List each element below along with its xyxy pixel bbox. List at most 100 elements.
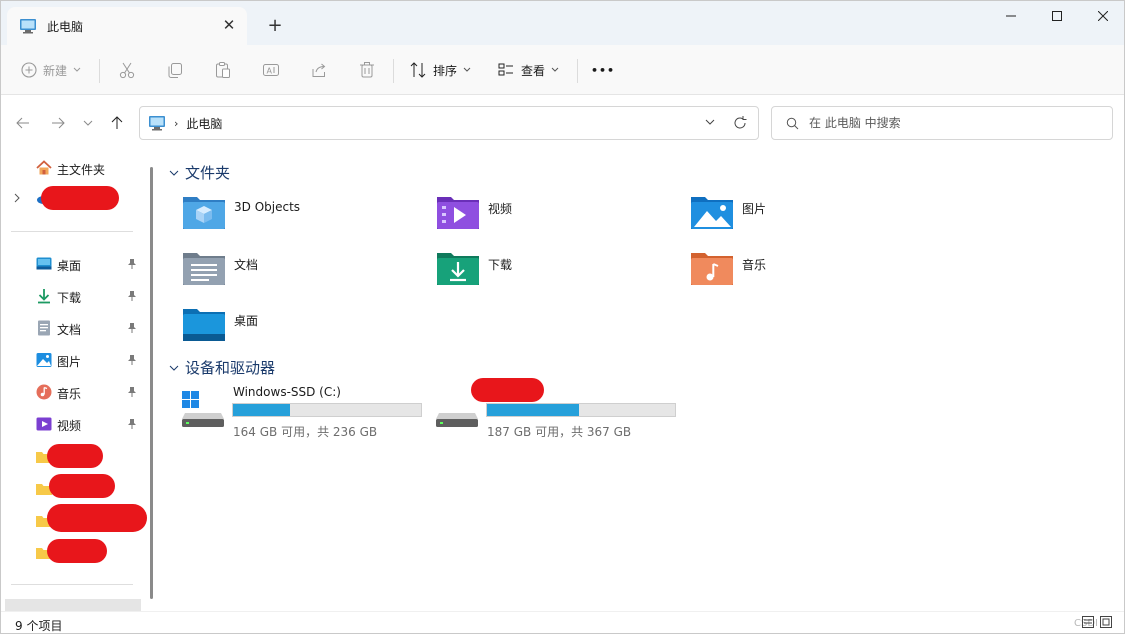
minimize-icon bbox=[1006, 15, 1016, 17]
drive-usage-fill bbox=[233, 404, 291, 416]
pin-icon[interactable] bbox=[127, 258, 137, 270]
redaction-mark bbox=[47, 539, 107, 563]
folders-group-header[interactable]: 文件夹 bbox=[169, 162, 230, 183]
desktop-icon bbox=[36, 257, 52, 270]
sidebar-item-pictures[interactable]: 图片 bbox=[1, 346, 141, 374]
chevron-down-icon bbox=[73, 67, 81, 72]
music-icon bbox=[36, 384, 52, 400]
windows-drive-icon bbox=[182, 391, 224, 427]
this-pc-icon bbox=[149, 116, 165, 131]
sidebar-item-desktop[interactable]: 桌面 bbox=[1, 250, 141, 278]
tiles-view-icon[interactable] bbox=[1100, 616, 1112, 628]
sidebar-item-label: 音乐 bbox=[57, 387, 82, 401]
sidebar-item-label: 主文件夹 bbox=[57, 163, 106, 177]
command-bar: 新建 A 排序 查看 ••• bbox=[1, 45, 1124, 95]
sidebar-item-label: 下载 bbox=[57, 291, 82, 305]
rename-button[interactable]: A bbox=[262, 55, 280, 85]
sidebar-item-videos[interactable]: 视频 bbox=[1, 410, 141, 438]
video-icon bbox=[36, 417, 52, 431]
pin-icon[interactable] bbox=[127, 418, 137, 430]
this-pc-icon bbox=[20, 19, 36, 34]
pictures-folder-icon bbox=[691, 197, 733, 229]
search-input[interactable] bbox=[809, 116, 1089, 130]
drive-usage-bar bbox=[486, 403, 676, 417]
folder-label: 桌面 bbox=[234, 314, 259, 328]
more-options-button[interactable]: ••• bbox=[591, 55, 615, 85]
close-window-button[interactable] bbox=[1080, 1, 1124, 31]
tab-close-icon[interactable]: ✕ bbox=[221, 16, 237, 34]
folder-desktop[interactable]: 桌面 bbox=[182, 305, 422, 351]
search-box[interactable] bbox=[771, 106, 1113, 140]
desktop-folder-icon bbox=[183, 309, 225, 341]
sidebar-item-this-pc-selected[interactable] bbox=[5, 599, 141, 611]
sidebar-scrollbar[interactable] bbox=[146, 151, 158, 611]
new-icon bbox=[21, 62, 37, 78]
maximize-button[interactable] bbox=[1034, 1, 1080, 31]
sidebar-divider bbox=[11, 231, 133, 232]
status-bar: 9 个项目 CSDI bbox=[1, 611, 1124, 633]
folder-music[interactable]: 音乐 bbox=[690, 249, 930, 295]
sidebar-item-label: 桌面 bbox=[57, 259, 82, 273]
view-button[interactable]: 查看 bbox=[497, 55, 559, 85]
sidebar-divider bbox=[11, 584, 133, 585]
address-dropdown-icon[interactable] bbox=[704, 116, 716, 128]
drive-c[interactable]: Windows-SSD (C:) 164 GB 可用，共 236 GB bbox=[181, 383, 431, 443]
paste-button[interactable] bbox=[214, 55, 232, 85]
details-view-icon[interactable] bbox=[1082, 616, 1094, 628]
folder-documents[interactable]: 文档 bbox=[182, 249, 422, 295]
sidebar-item-home[interactable]: 主文件夹 bbox=[1, 154, 141, 182]
view-label: 查看 bbox=[521, 63, 546, 78]
back-button[interactable] bbox=[12, 112, 34, 134]
search-icon bbox=[786, 117, 799, 129]
picture-icon bbox=[36, 353, 52, 367]
drives-group-label: 设备和驱动器 bbox=[185, 359, 276, 377]
home-icon bbox=[36, 160, 52, 175]
folder-3d-objects[interactable]: 3D Objects bbox=[182, 193, 422, 239]
copy-button[interactable] bbox=[166, 55, 184, 85]
folders-group-label: 文件夹 bbox=[185, 164, 231, 182]
drive-name: Windows-SSD (C:) bbox=[233, 385, 341, 399]
title-bar: 此电脑 ✕ + bbox=[1, 1, 1124, 45]
minimize-button[interactable] bbox=[988, 1, 1034, 31]
forward-button[interactable] bbox=[47, 112, 69, 134]
address-bar[interactable]: › 此电脑 bbox=[139, 106, 759, 140]
redaction-mark bbox=[49, 474, 115, 498]
share-button[interactable] bbox=[310, 55, 328, 85]
pin-icon[interactable] bbox=[127, 354, 137, 366]
drives-group-header[interactable]: 设备和驱动器 bbox=[169, 357, 275, 378]
refresh-icon[interactable] bbox=[732, 115, 748, 131]
pin-icon[interactable] bbox=[127, 322, 137, 334]
cut-button[interactable] bbox=[118, 55, 136, 85]
delete-button[interactable] bbox=[358, 55, 376, 85]
sidebar-item-documents[interactable]: 文档 bbox=[1, 314, 141, 342]
pin-icon[interactable] bbox=[127, 386, 137, 398]
new-button[interactable]: 新建 bbox=[21, 55, 81, 85]
downloads-folder-icon bbox=[437, 253, 479, 285]
folder-videos[interactable]: 视频 bbox=[436, 193, 676, 239]
new-tab-button[interactable]: + bbox=[263, 13, 287, 37]
view-toggle-group bbox=[1082, 616, 1112, 628]
more-icon: ••• bbox=[591, 63, 616, 77]
pin-icon[interactable] bbox=[127, 290, 137, 302]
up-button[interactable] bbox=[106, 112, 128, 134]
tab-this-pc[interactable]: 此电脑 ✕ bbox=[7, 7, 247, 45]
up-arrow-icon bbox=[111, 116, 123, 129]
sort-button[interactable]: 排序 bbox=[409, 55, 471, 85]
chevron-down-icon bbox=[83, 120, 93, 126]
recent-locations-button[interactable] bbox=[77, 112, 99, 134]
toolbar-divider bbox=[99, 59, 100, 83]
folder-pictures[interactable]: 图片 bbox=[690, 193, 930, 239]
drive-free-space: 187 GB 可用，共 367 GB bbox=[487, 425, 632, 439]
chevron-down-icon bbox=[463, 67, 471, 72]
folder-label: 图片 bbox=[742, 202, 767, 216]
breadcrumb-chevron-icon[interactable]: › bbox=[174, 117, 178, 130]
scrollbar-thumb[interactable] bbox=[150, 167, 153, 599]
sidebar-item-music[interactable]: 音乐 bbox=[1, 378, 141, 406]
new-label: 新建 bbox=[43, 63, 68, 78]
chevron-down-icon bbox=[551, 67, 559, 72]
sidebar-item-downloads[interactable]: 下载 bbox=[1, 282, 141, 310]
delete-icon bbox=[360, 62, 374, 78]
folder-downloads[interactable]: 下载 bbox=[436, 249, 676, 295]
music-folder-icon bbox=[691, 253, 733, 285]
breadcrumb-this-pc[interactable]: 此电脑 bbox=[186, 115, 222, 132]
